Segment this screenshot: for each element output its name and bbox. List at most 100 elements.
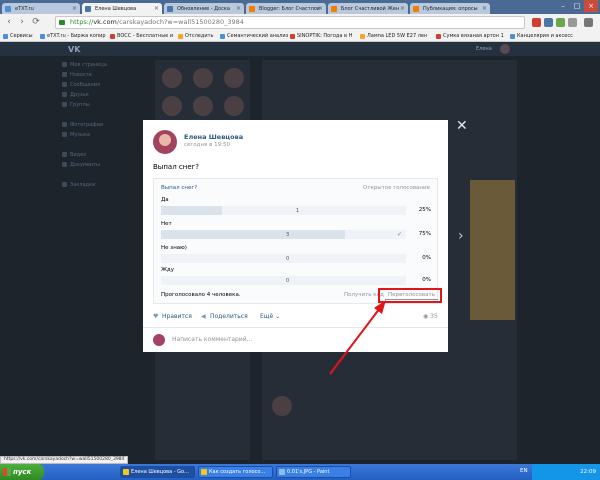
menu-item-friends[interactable]: Друзья	[62, 92, 89, 98]
close-viewer-icon[interactable]: ✕	[456, 118, 468, 134]
share-button[interactable]: ◀ Поделиться	[201, 313, 248, 320]
task-label: Как создать голосо...	[209, 469, 266, 475]
poll: Выпал снег? Открытое голосование Да 1 25…	[153, 178, 438, 304]
extension-icon[interactable]	[568, 18, 577, 27]
reload-icon[interactable]: ⟳	[31, 17, 41, 27]
address-bar[interactable]: https://vk.com/carskayadoch?w=wall515002…	[55, 16, 525, 29]
vk-logo[interactable]: VK	[68, 45, 80, 54]
divider	[143, 327, 448, 328]
tab-label: Елена Шевцова	[95, 6, 137, 12]
menu-item-documents[interactable]: Документы	[62, 162, 100, 168]
views-counter: ◉ 35	[423, 313, 438, 320]
more-button[interactable]: Ещё ⌄	[251, 313, 280, 320]
browser-tab[interactable]: Blogger: Блог Счастлов ×	[246, 3, 326, 14]
windows-taskbar: пуск Елена Шевцова - Go... Как создать г…	[0, 464, 600, 480]
header-avatar[interactable]	[500, 44, 510, 54]
bookmark-icon	[110, 34, 115, 39]
heart-icon: ♥	[153, 313, 159, 320]
bookmark[interactable]: eTXT.ru - Биржа копир	[40, 33, 106, 39]
browser-toolbar: ‹ › ⟳ https://vk.com/carskayadoch?w=wall…	[0, 14, 600, 31]
browser-tab[interactable]: Блог Счастливой Жен ×	[328, 3, 408, 14]
bookmark[interactable]: SINOPTIK: Погода в Н	[290, 33, 352, 39]
bookmark-icon	[510, 34, 515, 39]
start-button[interactable]: пуск	[0, 464, 44, 480]
maximize-icon[interactable]: □	[570, 0, 584, 12]
bookmark[interactable]: Семантический анализ	[220, 33, 288, 39]
browser-tab[interactable]: Обновление - Доска ×	[164, 3, 244, 14]
bookmark[interactable]: BOCC - Бесплатные и	[110, 33, 173, 39]
close-tab-icon[interactable]: ×	[482, 5, 487, 12]
arrow-shaft	[329, 307, 381, 375]
browser-tab-strip: eTXT.ru × Елена Шевцова × Обновление - Д…	[0, 0, 600, 14]
megaphone-icon: ◀	[201, 313, 206, 320]
bookmark[interactable]: Сумка вязаная артон 1	[436, 33, 504, 39]
bookmark[interactable]: Канцелярия и аксесс	[510, 33, 573, 39]
bookmark-label: BOCC - Бесплатные и	[117, 33, 174, 39]
friend-avatar[interactable]	[162, 68, 182, 88]
poll-option-bar[interactable]: 0	[161, 276, 406, 285]
menu-item-bookmarks[interactable]: Закладки	[61, 182, 95, 188]
status-url-bubble: https://vk.com/carskayadoch?w=wall515002…	[0, 456, 129, 464]
header-user-name[interactable]: Елена	[476, 46, 492, 52]
tab-label: Публикация: опросы	[423, 6, 478, 12]
taskbar-item[interactable]: Как создать голосо...	[198, 466, 273, 478]
poll-option-bar[interactable]: 0	[161, 254, 406, 263]
lock-icon	[59, 20, 65, 25]
extension-icon[interactable]	[544, 18, 553, 27]
close-tab-icon[interactable]: ×	[72, 5, 77, 12]
taskbar-item-paint[interactable]: 0.01's.JPG - Paint	[276, 466, 351, 478]
menu-icon[interactable]	[584, 18, 593, 27]
tab-label: Blogger: Блог Счастлов	[259, 6, 320, 12]
post-time[interactable]: сегодня в 19:50	[184, 142, 230, 148]
blogger-favicon-icon	[413, 6, 419, 12]
comment-input[interactable]: Написать комментарий...	[172, 336, 252, 343]
menu-item-messages[interactable]: Сообщения	[61, 82, 100, 88]
extension-icon[interactable]	[532, 18, 541, 27]
menu-item-music[interactable]: Музыка	[62, 132, 90, 138]
bookmark-label: Канцелярия и аксесс	[517, 33, 573, 39]
friend-avatar[interactable]	[224, 96, 244, 116]
menu-item-news[interactable]: Новости	[62, 72, 92, 78]
browser-tab[interactable]: Публикация: опросы ×	[410, 3, 490, 14]
friend-avatar[interactable]	[193, 68, 213, 88]
language-indicator[interactable]: EN	[520, 468, 528, 474]
close-tab-icon[interactable]: ×	[236, 5, 241, 12]
annotation-arrow-icon	[329, 300, 386, 375]
poll-option-bar[interactable]: 1	[161, 206, 406, 215]
wall-post-avatar[interactable]	[272, 396, 292, 416]
menu-item-my-page[interactable]: Моя страница	[62, 62, 107, 68]
friend-avatar[interactable]	[224, 68, 244, 88]
poll-option-count: 1	[296, 208, 300, 214]
like-button[interactable]: ♥ Нравится	[153, 313, 192, 320]
extension-icon[interactable]	[556, 18, 565, 27]
friend-avatar[interactable]	[162, 96, 182, 116]
menu-item-video[interactable]: Видео	[61, 152, 86, 158]
wall-photo[interactable]	[470, 180, 515, 320]
taskbar-item-chrome[interactable]: Елена Шевцова - Go...	[120, 466, 195, 478]
friend-avatar[interactable]	[193, 96, 213, 116]
menu-item-photos[interactable]: Фотографии	[62, 122, 103, 128]
close-tab-icon[interactable]: ×	[400, 5, 405, 12]
close-tab-icon[interactable]: ×	[154, 5, 159, 12]
more-label: Ещё	[260, 313, 274, 320]
back-icon[interactable]: ‹	[4, 17, 14, 27]
next-post-icon[interactable]: ›	[458, 228, 464, 244]
browser-tab-active[interactable]: Елена Шевцова ×	[82, 3, 162, 14]
forward-icon[interactable]: ›	[17, 17, 27, 27]
minimize-icon[interactable]: –	[556, 0, 570, 12]
bookmark-icon	[178, 34, 183, 39]
poll-option-bar[interactable]: 3 ✓	[161, 230, 406, 239]
commenter-avatar	[153, 334, 165, 346]
menu-item-groups[interactable]: Группы	[62, 102, 90, 108]
post-author-name[interactable]: Елена Шевцова	[184, 133, 243, 141]
eye-icon: ◉	[423, 313, 429, 320]
bookmark[interactable]: Отследить	[178, 33, 213, 39]
close-tab-icon[interactable]: ×	[318, 5, 323, 12]
close-window-icon[interactable]: ×	[584, 0, 598, 12]
clock[interactable]: 22:09	[580, 464, 596, 480]
browser-tab[interactable]: eTXT.ru ×	[2, 3, 80, 14]
bookmark[interactable]: Сервисы	[3, 33, 33, 39]
like-label: Нравится	[162, 313, 192, 320]
bookmark[interactable]: Лампа LED 5W E27 лен	[360, 33, 427, 39]
author-avatar[interactable]	[153, 130, 177, 154]
